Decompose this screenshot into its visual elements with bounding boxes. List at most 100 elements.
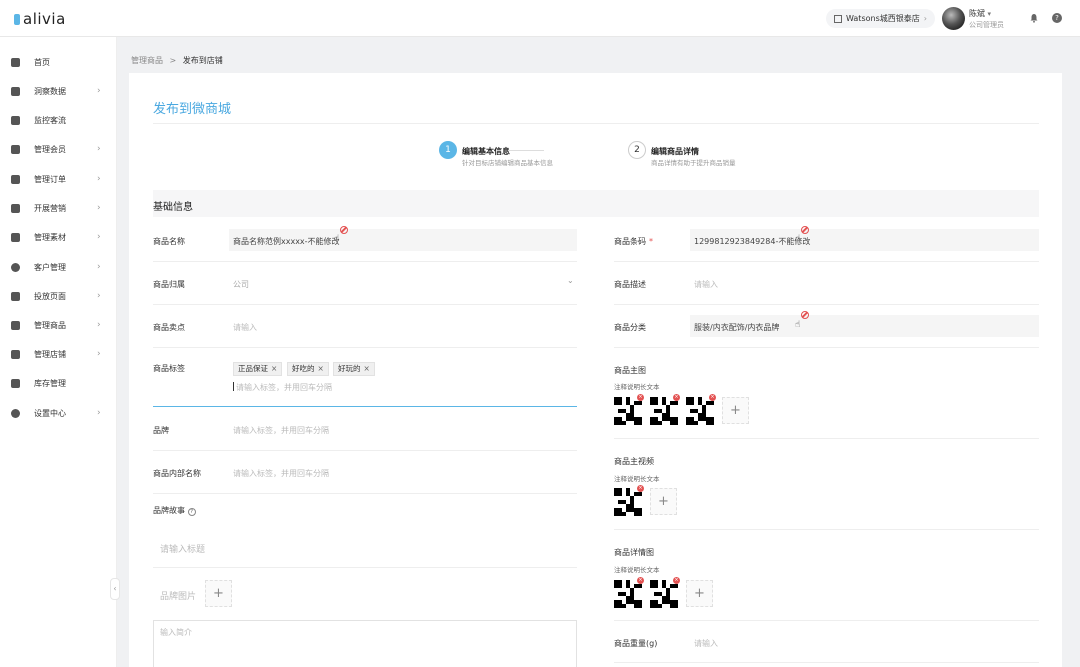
- delete-icon[interactable]: ×: [637, 485, 644, 492]
- close-icon[interactable]: ×: [271, 364, 277, 373]
- divider: [153, 304, 577, 305]
- sidebar-item-label: 库存管理: [34, 378, 66, 388]
- tag-chip[interactable]: 正品保证 ×: [233, 362, 283, 376]
- sidebar-item-home[interactable]: 首页: [0, 51, 117, 73]
- customer-icon: [11, 262, 20, 272]
- sidebar-item-materials[interactable]: 管理素材 ›: [0, 226, 117, 248]
- logo-text: alivia: [23, 10, 66, 28]
- image-thumbnail[interactable]: ×: [686, 394, 716, 425]
- add-main-image-button[interactable]: +: [722, 397, 749, 424]
- add-brand-image-button[interactable]: +: [205, 580, 232, 607]
- brand-story-label: 品牌故事 ?: [153, 505, 196, 516]
- weight-input[interactable]: 请输入: [694, 638, 718, 649]
- help-icon[interactable]: ?: [1052, 13, 1062, 23]
- tags-input-focus-line: [153, 406, 577, 407]
- sidebar-item-orders[interactable]: 管理订单 ›: [0, 168, 117, 190]
- chevron-right-icon: ›: [97, 174, 101, 184]
- image-thumbnail[interactable]: ×: [614, 394, 644, 425]
- image-thumbnail[interactable]: ×: [614, 577, 644, 608]
- user-menu[interactable]: 陈斌 ▾: [969, 8, 991, 19]
- sidebar-item-label: 管理订单: [34, 174, 66, 184]
- divider: [153, 123, 1039, 124]
- description-label: 商品描述: [614, 280, 646, 289]
- qr-pattern-icon: [650, 397, 678, 425]
- delete-icon[interactable]: ×: [709, 394, 716, 401]
- sidebar-item-products[interactable]: 管理商品 ›: [0, 314, 117, 336]
- detail-image-label: 商品详情图: [614, 548, 654, 557]
- sidebar-item-members[interactable]: 管理会员 ›: [0, 138, 117, 160]
- image-thumbnail[interactable]: ×: [650, 394, 680, 425]
- step-1-indicator[interactable]: 1: [439, 141, 457, 159]
- qr-pattern-icon: [614, 580, 642, 608]
- question-icon[interactable]: ?: [187, 508, 196, 516]
- sidebar-item-label: 管理商品: [34, 320, 66, 330]
- tag-chip[interactable]: 好吃的 ×: [287, 362, 329, 376]
- hand-cursor-icon: ☝: [795, 234, 801, 244]
- tag-text: 好吃的: [292, 364, 315, 373]
- section-header: 基础信息: [153, 190, 1039, 217]
- chevron-down-icon[interactable]: ⌄: [567, 276, 574, 285]
- sidebar-item-pages[interactable]: 投放页面 ›: [0, 285, 117, 307]
- bell-icon[interactable]: [1029, 13, 1039, 23]
- layers-icon: [11, 232, 20, 242]
- close-icon[interactable]: ×: [318, 364, 324, 373]
- order-icon: [11, 174, 20, 184]
- user-name: 陈斌: [969, 9, 985, 18]
- brand-image-label: 品牌图片: [160, 592, 197, 602]
- sidebar-item-settings[interactable]: 设置中心 ›: [0, 402, 117, 424]
- divider: [614, 304, 1039, 305]
- sidebar-item-insights[interactable]: 洞察数据 ›: [0, 80, 117, 102]
- step-connector: [508, 150, 544, 151]
- brand-story-text: 品牌故事: [153, 506, 185, 515]
- delete-icon[interactable]: ×: [637, 577, 644, 584]
- sidebar-item-label: 洞察数据: [34, 86, 66, 96]
- crown-icon: [11, 144, 20, 154]
- avatar[interactable]: [942, 7, 965, 30]
- store-switcher[interactable]: Watsons城西银泰店 ›: [826, 9, 935, 28]
- delete-icon[interactable]: ×: [673, 394, 680, 401]
- chevron-right-icon: ›: [97, 291, 101, 301]
- sidebar-item-label: 监控客流: [34, 115, 66, 125]
- logo-mark-icon: [14, 14, 20, 25]
- add-main-video-button[interactable]: +: [650, 488, 677, 515]
- chevron-right-icon: ›: [923, 14, 927, 23]
- video-thumbnail[interactable]: ×: [614, 485, 644, 516]
- store-name: Watsons城西银泰店: [846, 14, 920, 23]
- delete-icon[interactable]: ×: [637, 394, 644, 401]
- step-2-indicator[interactable]: 2: [628, 141, 646, 159]
- sidebar-item-stores[interactable]: 管理店铺 ›: [0, 343, 117, 365]
- tag-chip[interactable]: 好玩的 ×: [333, 362, 375, 376]
- divider: [614, 620, 1039, 621]
- sidebar-collapse-button[interactable]: ‹: [110, 578, 120, 600]
- internal-name-label: 商品内部名称: [153, 469, 201, 478]
- tag-text: 正品保证: [238, 364, 268, 373]
- selling-point-input[interactable]: 请输入: [233, 322, 257, 333]
- description-input[interactable]: 请输入: [694, 279, 718, 290]
- story-title-input[interactable]: 请输入标题: [160, 542, 205, 555]
- not-allowed-icon: [801, 311, 809, 319]
- category-label: 商品分类: [614, 323, 646, 332]
- divider: [614, 347, 1039, 348]
- breadcrumb-parent[interactable]: 管理商品: [131, 56, 163, 65]
- divider: [614, 438, 1039, 439]
- internal-name-input[interactable]: 请输入标签，并用回车分隔: [233, 468, 329, 479]
- delete-icon[interactable]: ×: [673, 577, 680, 584]
- required-mark: *: [649, 237, 653, 246]
- logo[interactable]: alivia: [14, 10, 66, 28]
- sidebar-item-inventory[interactable]: 库存管理: [0, 372, 117, 394]
- product-name-value: 商品名称范例xxxxx-不能修改: [233, 237, 340, 246]
- image-thumbnail[interactable]: ×: [650, 577, 680, 608]
- divider: [153, 493, 577, 494]
- intro-textarea[interactable]: [153, 620, 577, 667]
- add-detail-image-button[interactable]: +: [686, 580, 713, 607]
- sidebar-item-label: 设置中心: [34, 408, 66, 418]
- brand-input[interactable]: 请输入标签，并用回车分隔: [233, 425, 329, 436]
- ticket-icon: [11, 203, 20, 213]
- product-owner-select[interactable]: 公司: [233, 279, 249, 290]
- sidebar-item-marketing[interactable]: 开展营销 ›: [0, 197, 117, 219]
- close-icon[interactable]: ×: [364, 364, 370, 373]
- tags-input[interactable]: 请输入标签，并用回车分隔: [236, 382, 332, 393]
- sidebar-item-customers[interactable]: 客户管理 ›: [0, 256, 117, 278]
- sidebar-item-traffic[interactable]: 监控客流: [0, 109, 117, 131]
- gear-icon: [11, 408, 20, 418]
